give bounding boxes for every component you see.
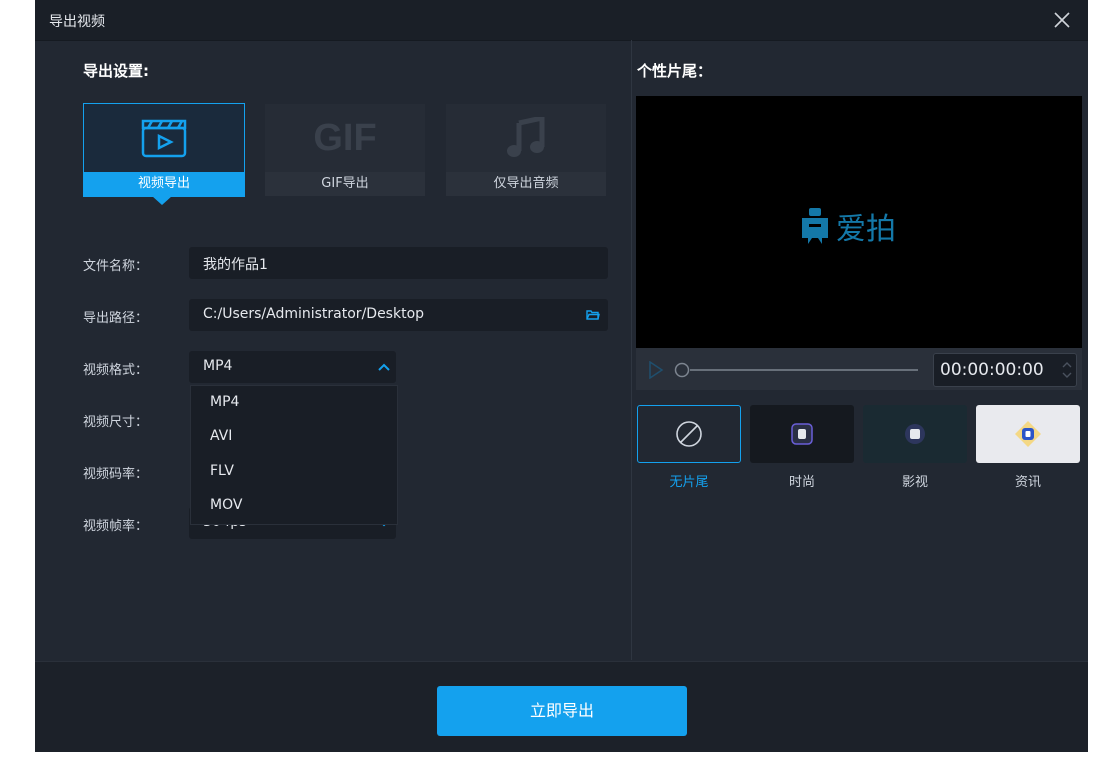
format-option[interactable]: FLV [210, 463, 234, 479]
format-option[interactable]: MOV [210, 497, 242, 513]
path-label: 导出路径： [83, 311, 149, 326]
format-label: 视频格式： [83, 363, 149, 378]
video-clapper-icon [141, 119, 187, 158]
chevron-up-icon [378, 363, 390, 371]
dialog-title: 导出视频 [49, 14, 105, 30]
mode-label: 视频导出 [84, 172, 244, 196]
outro-option-fashion[interactable] [750, 405, 854, 463]
export-settings-panel: 导出设置: 视频导出 GIF GIF导出 仅导出音频 文件名称： 我的作品1 导… [35, 40, 631, 660]
outro-option-film[interactable] [863, 405, 967, 463]
outro-label-fashion: 时尚 [788, 475, 815, 490]
mode-gif-export[interactable]: GIF GIF导出 [265, 104, 425, 196]
mode-label: GIF导出 [265, 172, 425, 196]
size-label: 视频尺寸： [83, 415, 149, 430]
filename-input[interactable]: 我的作品1 [189, 247, 608, 279]
timecode-input[interactable]: 00:00:00:00 [933, 353, 1077, 387]
path-input[interactable]: C:/Users/Administrator/Desktop [189, 299, 608, 331]
format-option[interactable]: AVI [210, 428, 232, 444]
fashion-outro-icon [791, 423, 813, 445]
framerate-label: 视频帧率： [83, 519, 149, 534]
format-dropdown-list: MP4 AVI FLV MOV [190, 385, 398, 525]
close-icon[interactable] [1050, 8, 1074, 32]
mode-audio-only[interactable]: 仅导出音频 [446, 104, 606, 196]
aipai-logo-icon [802, 208, 828, 244]
play-icon[interactable] [648, 361, 664, 379]
filename-label: 文件名称： [83, 259, 149, 274]
preview-logo-text: 爱拍 [836, 212, 896, 247]
none-circle-icon [676, 421, 702, 447]
title-bar: 导出视频 [35, 0, 1088, 41]
spinner-icon[interactable] [1062, 360, 1072, 380]
bitrate-label: 视频码率： [83, 467, 149, 482]
mode-video-export[interactable]: 视频导出 [83, 103, 245, 197]
music-note-icon [507, 117, 545, 157]
export-settings-title: 导出设置: [83, 62, 149, 80]
format-option[interactable]: MP4 [210, 394, 239, 410]
video-preview: 爱拍 [636, 96, 1082, 348]
export-now-button[interactable]: 立即导出 [437, 686, 687, 736]
folder-icon[interactable] [586, 309, 600, 321]
outro-label-film: 影视 [901, 475, 928, 490]
active-mode-pointer [152, 196, 172, 205]
outro-option-none[interactable] [637, 405, 741, 463]
film-outro-icon [905, 424, 925, 444]
playback-controls: 00:00:00:00 [636, 348, 1082, 390]
outro-option-news[interactable] [976, 405, 1080, 463]
timeline-slider[interactable] [674, 361, 924, 379]
mode-label: 仅导出音频 [446, 172, 606, 196]
gif-icon: GIF [313, 116, 377, 159]
outro-title: 个性片尾： [637, 62, 713, 80]
format-select[interactable]: MP4 [189, 351, 396, 383]
outro-label-news: 资讯 [1014, 475, 1041, 490]
outro-label-none: 无片尾 [669, 475, 709, 490]
news-outro-icon [1015, 421, 1041, 447]
outro-panel: 个性片尾： 爱拍 00:00:00:00 无片尾 时尚 影视 资讯 [632, 40, 1088, 660]
export-video-dialog: 导出视频 导出设置: 视频导出 GIF GIF导出 仅导出音频 文件名称： 我的… [35, 0, 1088, 752]
footer-bar: 立即导出 [35, 661, 1088, 752]
